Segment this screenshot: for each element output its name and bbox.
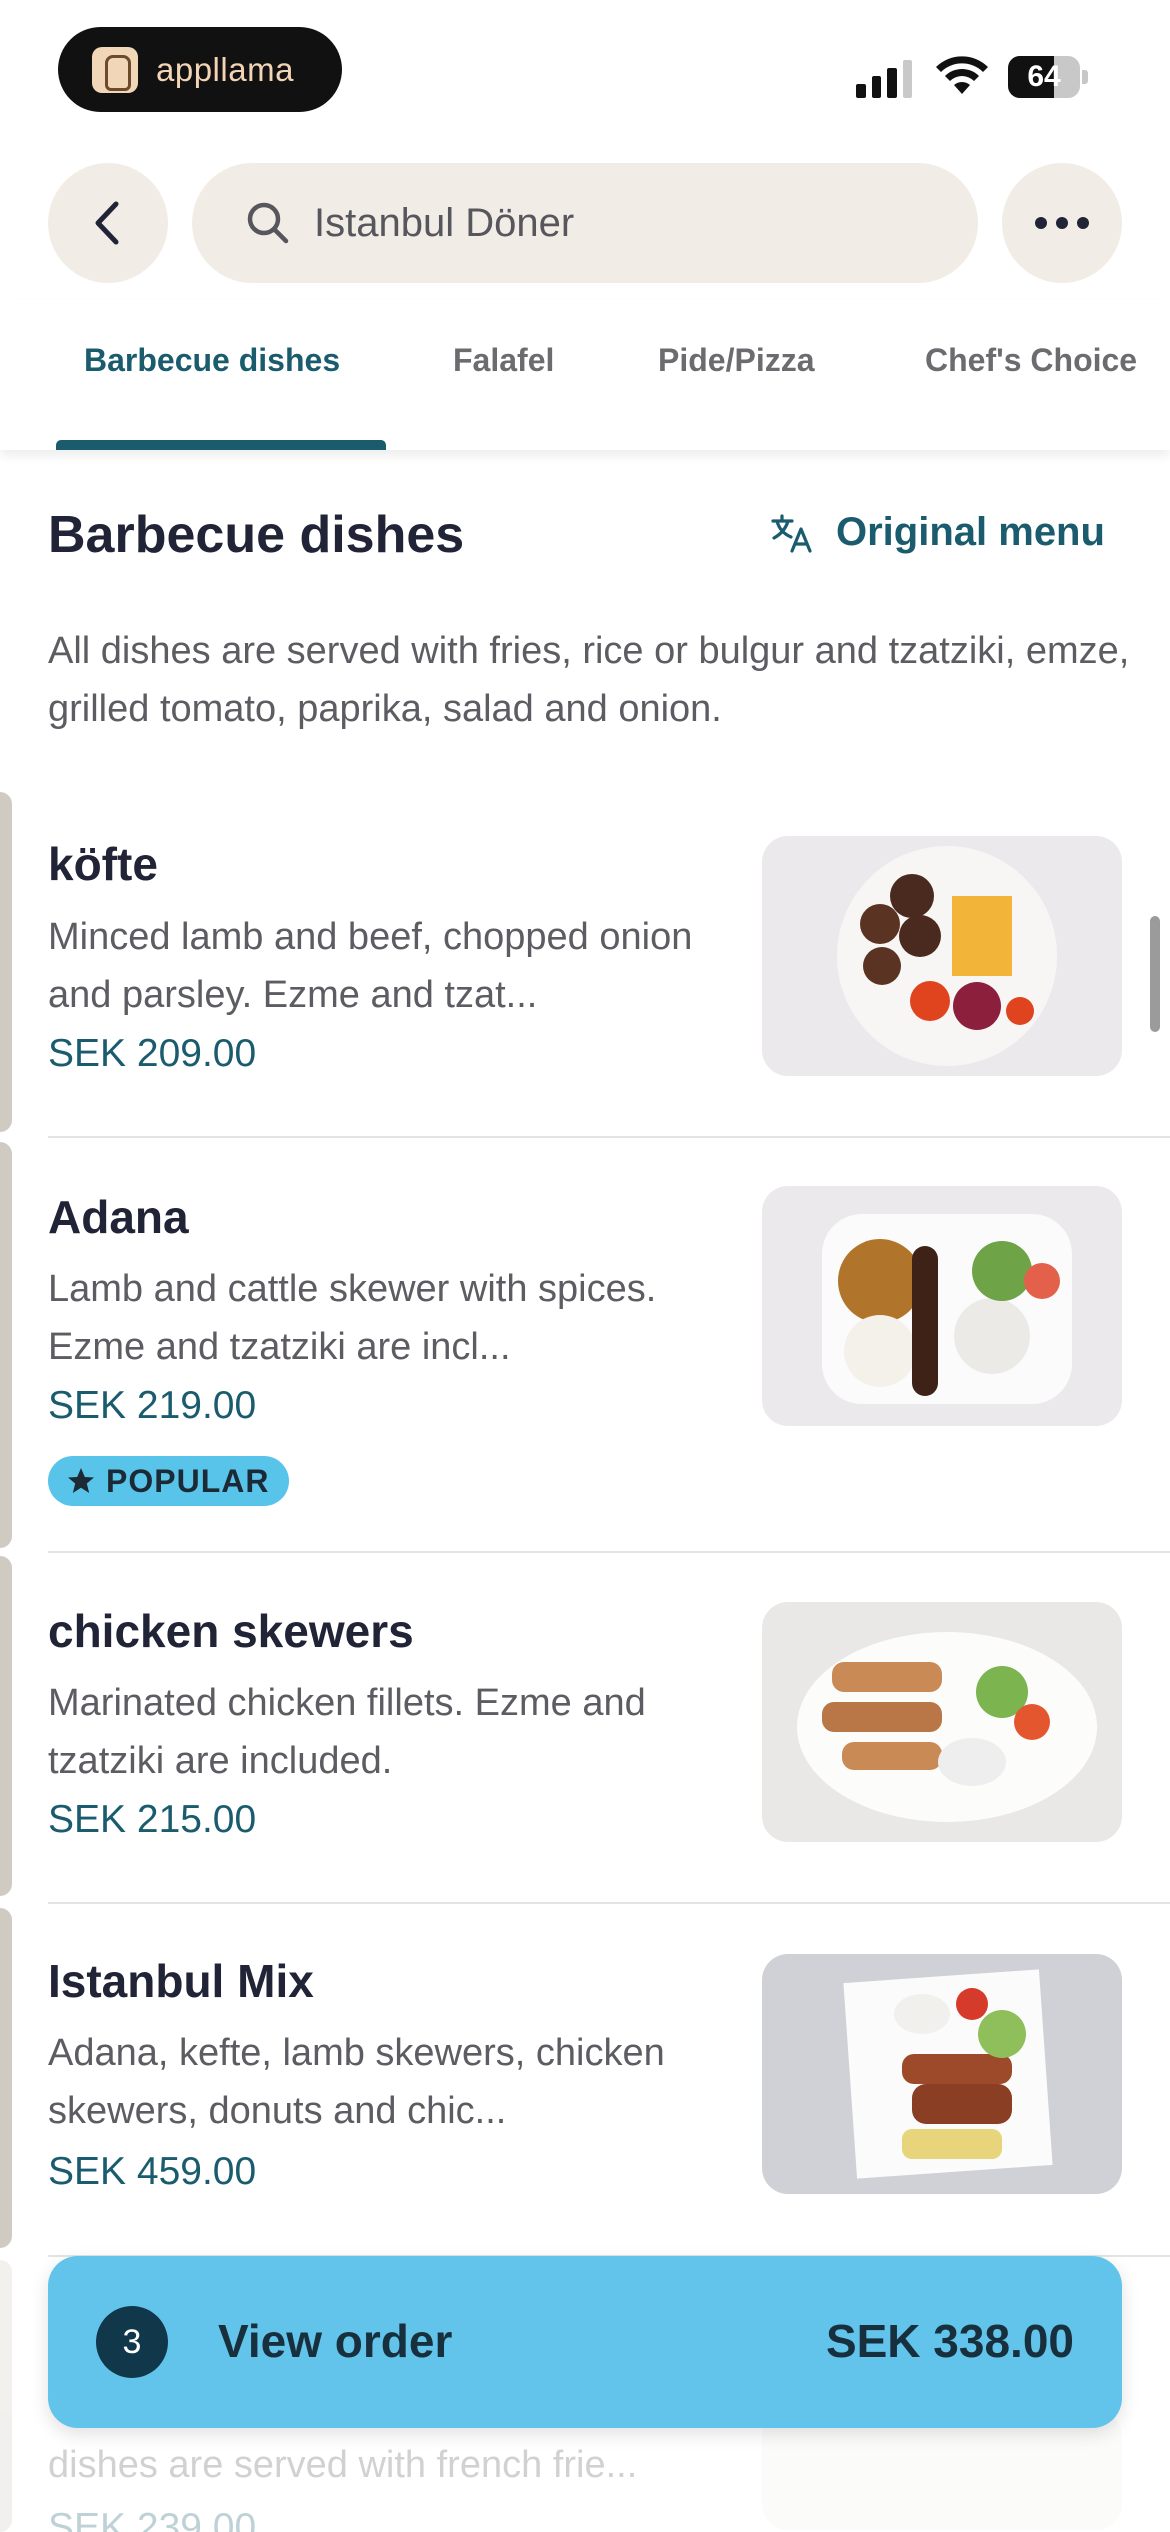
item-price: SEK 209.00 <box>48 1032 257 1075</box>
popular-badge: POPULAR <box>48 1456 290 1506</box>
menu-item[interactable]: köfte Minced lamb and beef, chopped onio… <box>0 792 1170 1137</box>
item-description: dishes are served with french frie... <box>48 2444 638 2486</box>
more-options-button[interactable] <box>1002 163 1122 283</box>
app-name: appllama <box>156 50 294 88</box>
item-name: köfte <box>48 838 158 890</box>
section-description: All dishes are served with fries, rice o… <box>48 630 1130 730</box>
item-price: SEK 239.00 <box>48 2506 257 2532</box>
order-total: SEK 338.00 <box>825 2315 1074 2367</box>
item-divider <box>48 1551 1170 1553</box>
item-divider <box>48 1902 1170 1904</box>
view-order-button[interactable]: 3 View order SEK 338.00 <box>48 2256 1122 2428</box>
restaurant-menu-screen: appllama 64 Istanbul Döner Barbecue dish… <box>0 0 1170 2532</box>
section-title: Barbecue dishes <box>48 506 465 564</box>
original-menu-link[interactable]: Original menu <box>770 510 1105 555</box>
item-photo[interactable] <box>762 1954 1122 2194</box>
item-divider <box>48 1136 1170 1138</box>
llama-logo-icon <box>92 46 138 93</box>
signal-icon <box>856 58 912 98</box>
item-name: chicken skewers <box>48 1605 414 1657</box>
item-description: Lamb and cattle skewer with spices. Ezme… <box>48 1268 657 1368</box>
item-description: Minced lamb and beef, chopped onion and … <box>48 916 693 1016</box>
food-plate-image <box>797 1632 1097 1822</box>
item-drag-handle <box>0 1142 12 1548</box>
menu-item[interactable]: Adana Lamb and cattle skewer with spices… <box>0 1142 1170 1550</box>
scrollbar[interactable] <box>1150 916 1160 1032</box>
active-tab-indicator <box>56 440 386 450</box>
item-photo[interactable] <box>762 2410 1122 2530</box>
category-tabs: Barbecue dishes Falafel Pide/Pizza Chef'… <box>0 300 1170 450</box>
item-name: Adana <box>48 1191 189 1243</box>
item-price: SEK 215.00 <box>48 1798 257 1841</box>
search-query: Istanbul Döner <box>314 200 575 245</box>
search-icon <box>247 202 289 244</box>
item-photo[interactable] <box>762 1186 1122 1426</box>
food-plate-image <box>837 846 1057 1066</box>
battery-icon: 64 <box>1008 56 1088 98</box>
search-input[interactable]: Istanbul Döner <box>192 163 978 283</box>
more-dots-icon <box>1035 217 1089 229</box>
item-photo[interactable] <box>762 1602 1122 1842</box>
tab-pide-pizza[interactable]: Pide/Pizza <box>658 342 815 379</box>
food-plate-image <box>843 1969 1053 2179</box>
original-menu-label: Original menu <box>836 510 1105 554</box>
item-description: Adana, kefte, lamb skewers, chicken skew… <box>48 2032 665 2132</box>
tab-falafel[interactable]: Falafel <box>453 342 554 379</box>
translate-icon <box>771 513 812 553</box>
item-drag-handle <box>0 792 12 1132</box>
back-button[interactable] <box>48 163 168 283</box>
status-bar: appllama 64 <box>0 0 1170 140</box>
star-icon <box>68 1468 94 1493</box>
item-drag-handle <box>0 1556 12 1896</box>
battery-level: 64 <box>1027 60 1061 93</box>
order-count-badge: 3 <box>96 2306 168 2378</box>
view-order-label: View order <box>218 2315 453 2367</box>
item-drag-handle <box>0 1908 12 2248</box>
tab-barbecue-dishes[interactable]: Barbecue dishes <box>84 342 340 379</box>
wifi-icon <box>936 56 988 94</box>
badge-label: POPULAR <box>106 1462 270 1499</box>
item-name: Istanbul Mix <box>48 1955 314 2007</box>
item-photo[interactable] <box>762 836 1122 1076</box>
item-drag-handle <box>0 2260 12 2532</box>
food-plate-image <box>822 1214 1072 1404</box>
tab-chefs-choice[interactable]: Chef's Choice <box>925 342 1137 379</box>
menu-item[interactable]: Istanbul Mix Adana, kefte, lamb skewers,… <box>0 1908 1170 2253</box>
item-price: SEK 459.00 <box>48 2150 257 2193</box>
app-indicator-pill[interactable]: appllama <box>58 27 342 112</box>
menu-item[interactable]: chicken skewers Marinated chicken fillet… <box>0 1556 1170 1901</box>
item-description: Marinated chicken fillets. Ezme and tzat… <box>48 1682 646 1782</box>
item-price: SEK 219.00 <box>48 1384 257 1427</box>
chevron-left-icon <box>95 201 119 245</box>
